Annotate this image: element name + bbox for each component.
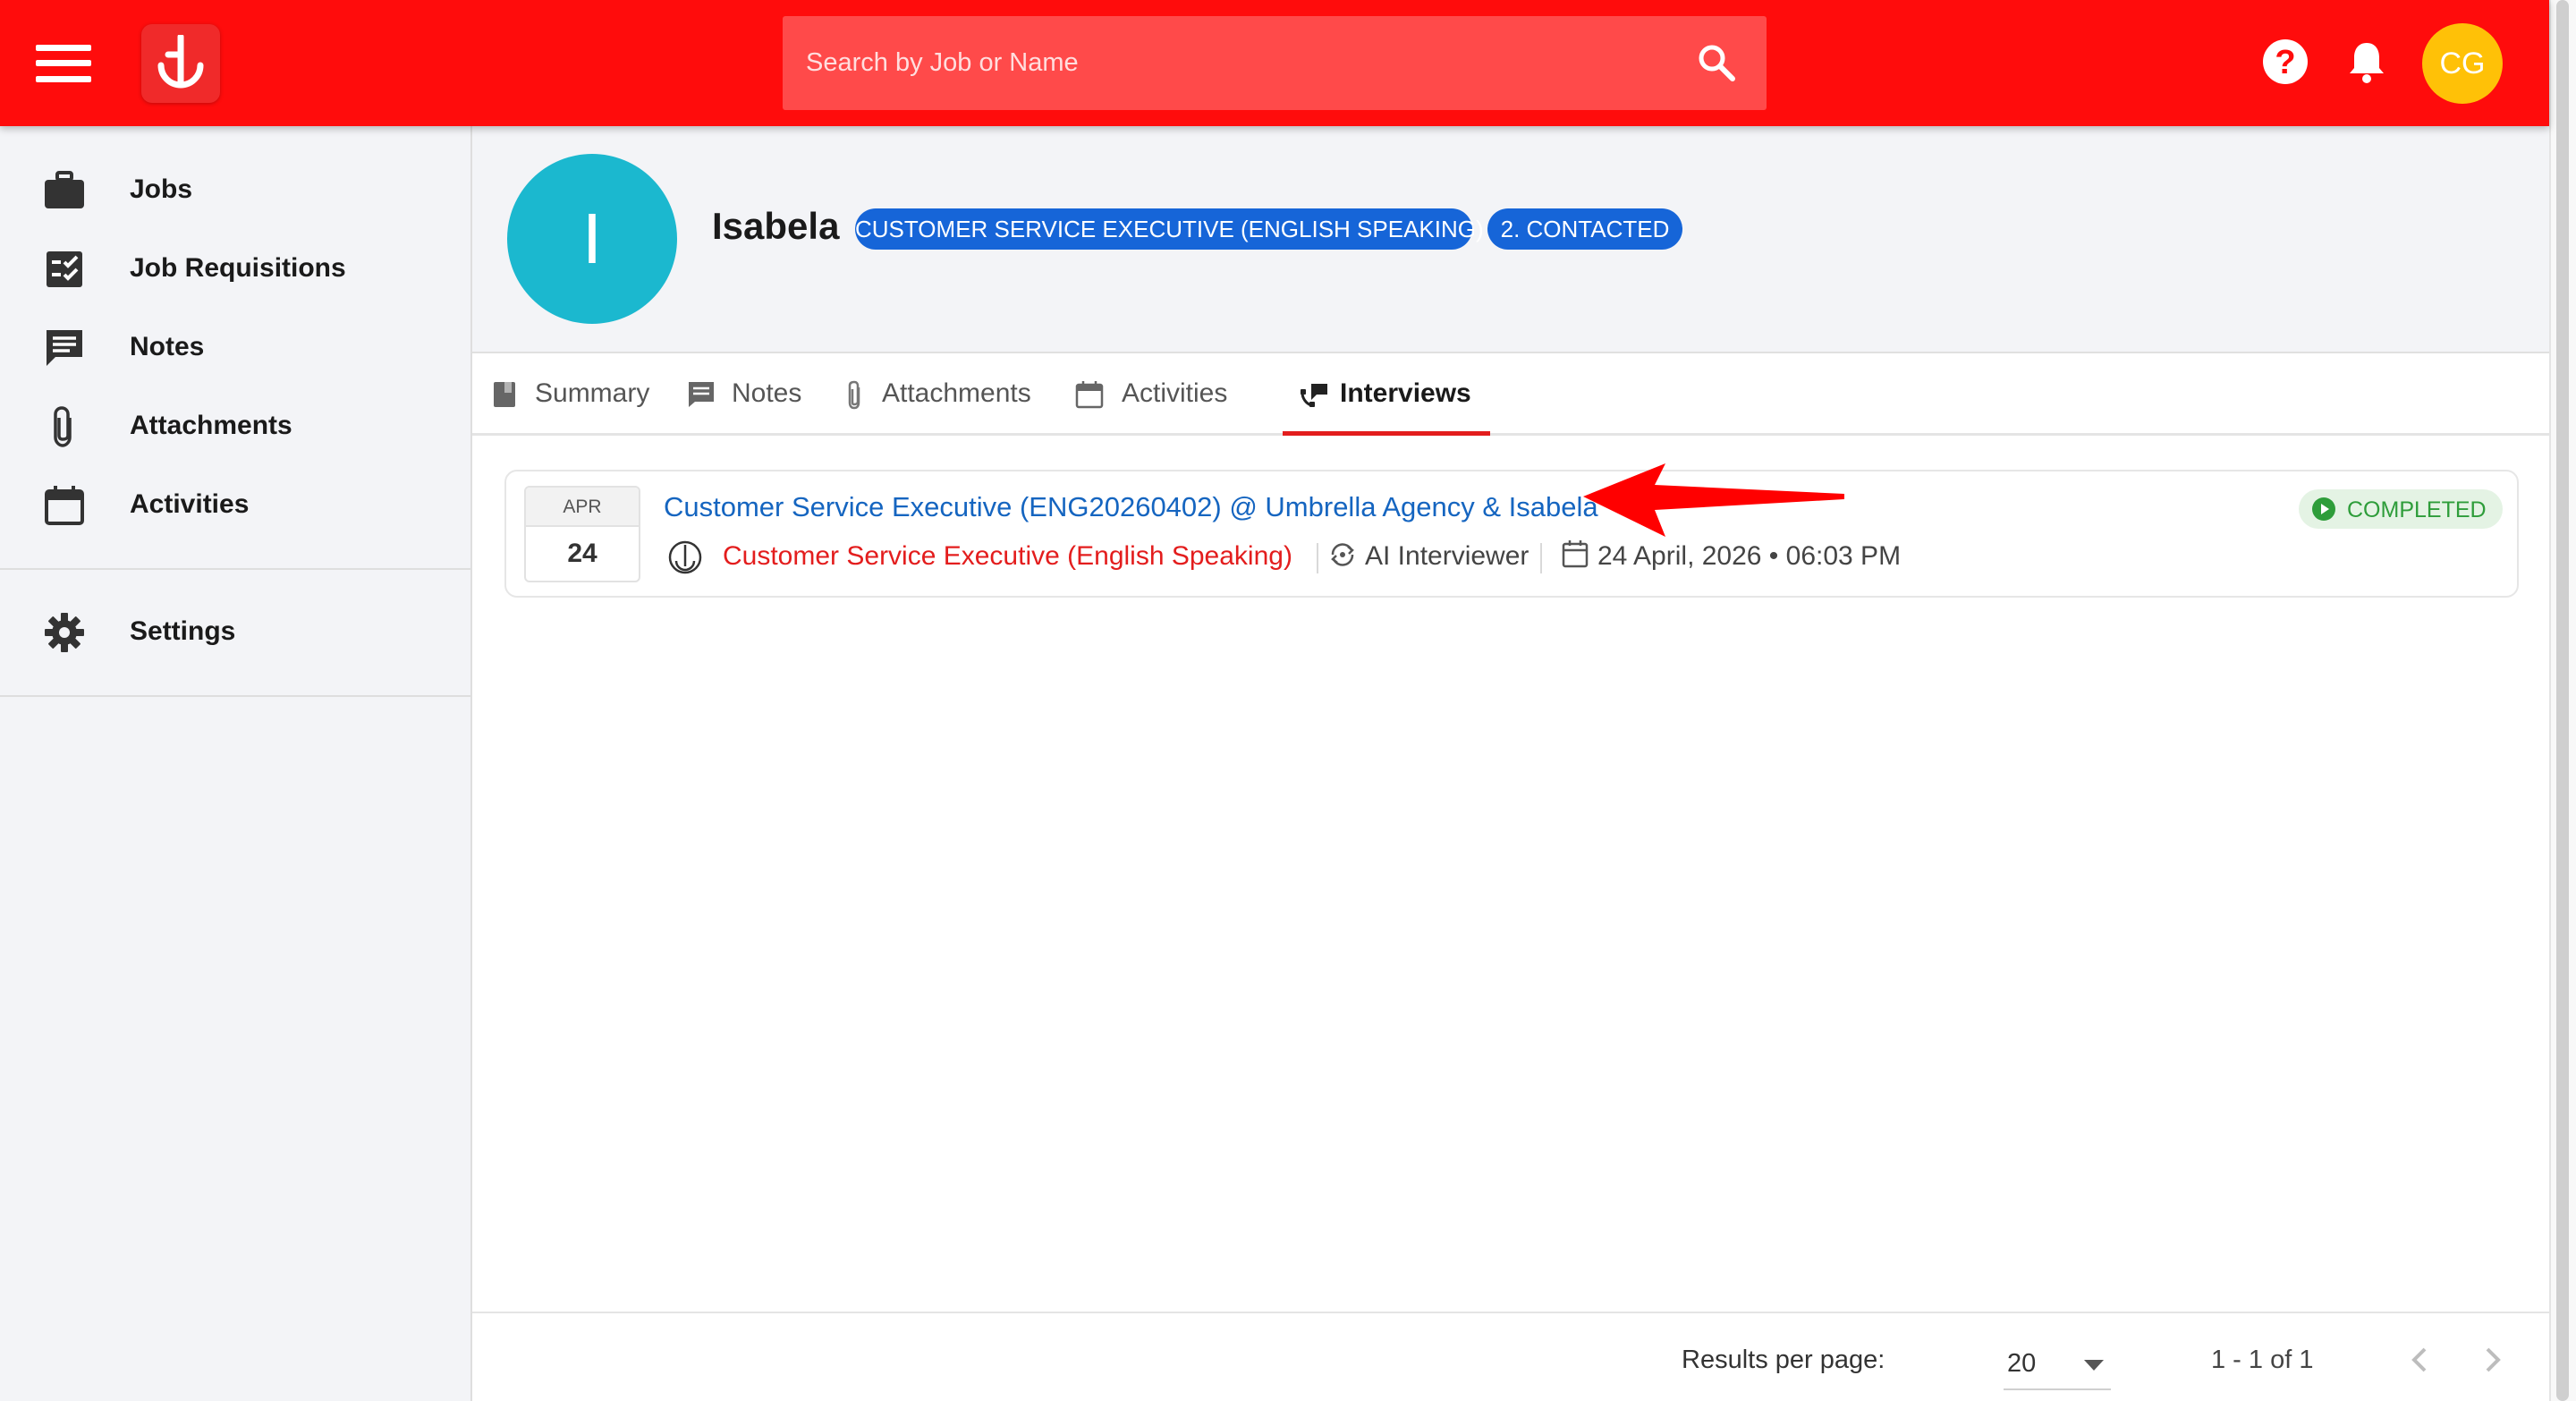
interview-card[interactable]: APR 24 Customer Service Executive (ENG20… <box>504 470 2519 598</box>
interview-day: 24 <box>567 539 597 568</box>
interview-datetime-text: 24 April, 2026 • 06:03 PM <box>1597 541 1902 571</box>
meta-separator <box>1540 543 1542 573</box>
interview-date-box: APR 24 <box>524 486 640 582</box>
job-badge[interactable]: CUSTOMER SERVICE EXECUTIVE (ENGLISH SPEA… <box>855 208 1484 250</box>
sidebar-item-label: Activities <box>130 489 250 519</box>
sidebar-item-activities[interactable]: Activities <box>0 466 470 545</box>
sidebar-item-notes[interactable]: Notes <box>0 309 470 387</box>
interviewer-text: AI Interviewer <box>1365 541 1530 571</box>
paperclip-icon <box>54 406 72 447</box>
annotation-arrow-icon <box>1583 463 1844 537</box>
chevron-down-icon <box>2084 1360 2104 1371</box>
sidebar-item-label: Job Requisitions <box>130 253 346 283</box>
comment-icon <box>47 330 82 366</box>
app-logo[interactable] <box>141 24 220 103</box>
meta-separator <box>1317 543 1318 573</box>
scrollbar-thumb[interactable] <box>2556 0 2569 1401</box>
candidate-avatar: I <box>507 154 677 324</box>
candidate-tabs: Summary Notes Attachments Activities Int… <box>472 353 2549 436</box>
tab-activities[interactable]: Activities <box>1075 353 1254 436</box>
candidate-name: Isabela <box>712 205 840 247</box>
next-page-icon[interactable] <box>2472 1340 2512 1380</box>
sidebar-item-attachments[interactable]: Attachments <box>0 387 470 466</box>
ai-interviewer-icon <box>1331 543 1354 566</box>
sidebar: Jobs Job Requisitions Notes Attachments <box>0 126 472 1401</box>
comment-icon <box>689 382 714 407</box>
checklist-icon <box>47 251 82 287</box>
candidate-header: I Isabela CUSTOMER SERVICE EXECUTIVE (EN… <box>472 126 2549 353</box>
status-badge: COMPLETED <box>2299 489 2503 529</box>
tab-summary[interactable]: Summary <box>492 353 653 436</box>
notification-bell-icon[interactable] <box>2347 39 2386 84</box>
job-logo-icon <box>668 540 702 574</box>
results-per-page-value: 20 <box>2007 1349 2037 1378</box>
sidebar-item-job-requisitions[interactable]: Job Requisitions <box>0 230 470 309</box>
interview-title-link[interactable]: Customer Service Executive (ENG20260402)… <box>664 491 1598 523</box>
tab-label: Activities <box>1122 378 1228 408</box>
interview-interviewer: AI Interviewer <box>1327 536 1542 575</box>
calendar-icon <box>1075 381 1104 409</box>
help-icon[interactable]: ? <box>2263 39 2308 84</box>
sidebar-item-settings[interactable]: Settings <box>0 593 470 672</box>
search-icon[interactable] <box>1697 43 1736 82</box>
interview-icon <box>1301 384 1327 407</box>
tab-interviews[interactable]: Interviews <box>1299 353 1478 436</box>
tab-attachments[interactable]: Attachments <box>843 353 1039 436</box>
briefcase-icon <box>45 171 84 208</box>
tab-label: Summary <box>535 378 650 408</box>
sidebar-item-jobs[interactable]: Jobs <box>0 151 470 230</box>
results-per-page-select[interactable]: 20 <box>2004 1337 2111 1390</box>
bookmark-icon <box>494 382 515 407</box>
play-circle-icon <box>2312 497 2335 521</box>
tab-label: Interviews <box>1340 378 1471 408</box>
search-input[interactable] <box>806 16 1665 110</box>
menu-icon[interactable] <box>36 45 91 82</box>
calendar-icon <box>45 486 84 525</box>
tab-label: Attachments <box>882 378 1031 408</box>
search-bar <box>783 16 1767 110</box>
interview-month: APR <box>526 488 639 527</box>
tab-label: Notes <box>732 378 802 408</box>
status-label: COMPLETED <box>2347 497 2487 522</box>
interview-job-text: Customer Service Executive (English Spea… <box>723 541 1292 571</box>
sidebar-item-label: Notes <box>130 332 205 361</box>
pagination-range: 1 - 1 of 1 <box>2211 1346 2314 1374</box>
sidebar-item-label: Settings <box>130 616 236 646</box>
active-tab-indicator <box>1283 431 1490 436</box>
tab-notes[interactable]: Notes <box>687 353 812 436</box>
sidebar-item-label: Attachments <box>130 411 292 440</box>
paperclip-icon <box>848 380 860 410</box>
user-avatar[interactable]: CG <box>2422 23 2503 104</box>
sidebar-item-label: Jobs <box>130 174 193 204</box>
top-app-bar: ? CG <box>0 0 2549 126</box>
stage-badge[interactable]: 2. CONTACTED <box>1487 208 1682 250</box>
logo-glyph-icon <box>157 35 204 89</box>
previous-page-icon[interactable] <box>2401 1340 2440 1380</box>
gear-icon <box>45 613 84 652</box>
interview-job[interactable]: Customer Service Executive (English Spea… <box>667 536 1292 575</box>
sidebar-divider <box>0 568 470 570</box>
results-per-page-label: Results per page: <box>1682 1346 1885 1374</box>
sidebar-divider <box>0 695 470 697</box>
pagination-footer: Results per page: 20 1 - 1 of 1 <box>472 1312 2549 1401</box>
